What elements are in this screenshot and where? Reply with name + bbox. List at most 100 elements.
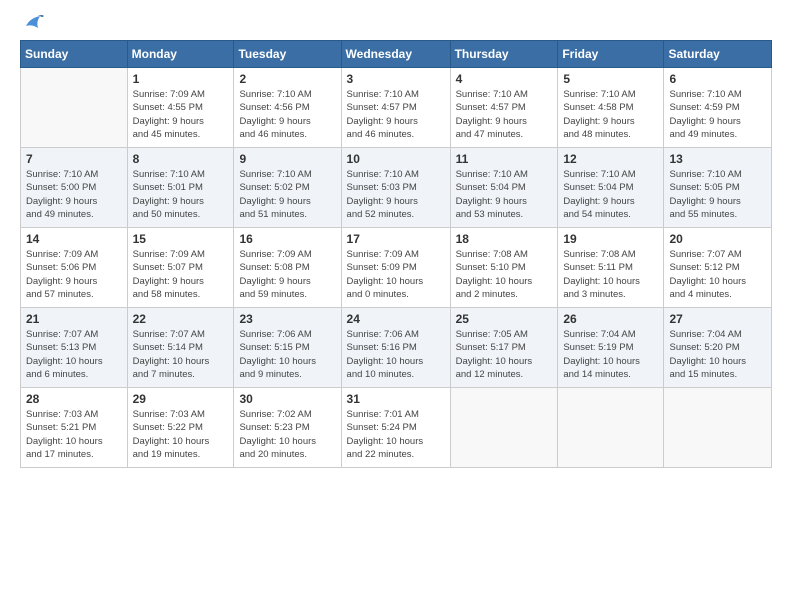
day-info: Sunrise: 7:10 AM Sunset: 5:04 PM Dayligh…: [563, 168, 658, 221]
day-info: Sunrise: 7:07 AM Sunset: 5:14 PM Dayligh…: [133, 328, 229, 381]
calendar-cell: 11 Sunrise: 7:10 AM Sunset: 5:04 PM Dayli…: [450, 148, 558, 228]
weekday-header-saturday: Saturday: [664, 41, 772, 68]
day-info: Sunrise: 7:06 AM Sunset: 5:15 PM Dayligh…: [239, 328, 335, 381]
calendar-cell: 27Sunrise: 7:04 AM Sunset: 5:20 PM Dayli…: [664, 308, 772, 388]
day-info: Sunrise: 7:10 AM Sunset: 4:57 PM Dayligh…: [347, 88, 445, 141]
calendar-cell: 7 Sunrise: 7:10 AM Sunset: 5:00 PM Daylig…: [21, 148, 128, 228]
day-number: 23: [239, 312, 335, 326]
day-info: Sunrise: 7:10 AM Sunset: 4:59 PM Dayligh…: [669, 88, 766, 141]
calendar-cell: 24 Sunrise: 7:06 AM Sunset: 5:16 PM Dayli…: [341, 308, 450, 388]
day-number: 6: [669, 72, 766, 86]
calendar-cell: 3 Sunrise: 7:10 AM Sunset: 4:57 PM Daylig…: [341, 68, 450, 148]
calendar-cell: 18 Sunrise: 7:08 AM Sunset: 5:10 PM Dayli…: [450, 228, 558, 308]
day-number: 11: [456, 152, 553, 166]
day-number: 2: [239, 72, 335, 86]
calendar-cell: [664, 388, 772, 468]
calendar-cell: 25 Sunrise: 7:05 AM Sunset: 5:17 PM Dayli…: [450, 308, 558, 388]
calendar-cell: 26 Sunrise: 7:04 AM Sunset: 5:19 PM Dayli…: [558, 308, 664, 388]
logo-bird-icon: [22, 12, 44, 34]
day-info: Sunrise: 7:10 AM Sunset: 4:56 PM Dayligh…: [239, 88, 335, 141]
day-info: Sunrise: 7:04 AM Sunset: 5:19 PM Dayligh…: [563, 328, 658, 381]
day-number: 10: [347, 152, 445, 166]
day-info: Sunrise: 7:10 AM Sunset: 5:01 PM Dayligh…: [133, 168, 229, 221]
day-info: Sunrise: 7:09 AM Sunset: 5:06 PM Dayligh…: [26, 248, 122, 301]
calendar-cell: 19 Sunrise: 7:08 AM Sunset: 5:11 PM Dayli…: [558, 228, 664, 308]
calendar-cell: 12 Sunrise: 7:10 AM Sunset: 5:04 PM Dayli…: [558, 148, 664, 228]
calendar-week-row: 28 Sunrise: 7:03 AM Sunset: 5:21 PM Dayli…: [21, 388, 772, 468]
day-info: Sunrise: 7:10 AM Sunset: 5:00 PM Dayligh…: [26, 168, 122, 221]
calendar-cell: 2 Sunrise: 7:10 AM Sunset: 4:56 PM Daylig…: [234, 68, 341, 148]
day-number: 8: [133, 152, 229, 166]
calendar-cell: 14 Sunrise: 7:09 AM Sunset: 5:06 PM Dayli…: [21, 228, 128, 308]
day-number: 16: [239, 232, 335, 246]
logo: [20, 16, 44, 30]
calendar-cell: 28 Sunrise: 7:03 AM Sunset: 5:21 PM Dayli…: [21, 388, 128, 468]
day-number: 25: [456, 312, 553, 326]
weekday-header-monday: Monday: [127, 41, 234, 68]
calendar-cell: 8 Sunrise: 7:10 AM Sunset: 5:01 PM Daylig…: [127, 148, 234, 228]
calendar-cell: 31Sunrise: 7:01 AM Sunset: 5:24 PM Dayli…: [341, 388, 450, 468]
calendar-cell: 15 Sunrise: 7:09 AM Sunset: 5:07 PM Dayli…: [127, 228, 234, 308]
day-info: Sunrise: 7:10 AM Sunset: 5:04 PM Dayligh…: [456, 168, 553, 221]
day-info: Sunrise: 7:03 AM Sunset: 5:22 PM Dayligh…: [133, 408, 229, 461]
day-number: 19: [563, 232, 658, 246]
calendar-cell: 17Sunrise: 7:09 AM Sunset: 5:09 PM Dayli…: [341, 228, 450, 308]
day-info: Sunrise: 7:10 AM Sunset: 5:05 PM Dayligh…: [669, 168, 766, 221]
weekday-header-sunday: Sunday: [21, 41, 128, 68]
calendar-cell: [558, 388, 664, 468]
weekday-header-row: SundayMondayTuesdayWednesdayThursdayFrid…: [21, 41, 772, 68]
day-info: Sunrise: 7:10 AM Sunset: 4:57 PM Dayligh…: [456, 88, 553, 141]
day-number: 24: [347, 312, 445, 326]
day-number: 4: [456, 72, 553, 86]
day-number: 7: [26, 152, 122, 166]
day-number: 3: [347, 72, 445, 86]
day-number: 14: [26, 232, 122, 246]
calendar-table: SundayMondayTuesdayWednesdayThursdayFrid…: [20, 40, 772, 468]
calendar-cell: 29 Sunrise: 7:03 AM Sunset: 5:22 PM Dayli…: [127, 388, 234, 468]
day-number: 12: [563, 152, 658, 166]
day-info: Sunrise: 7:03 AM Sunset: 5:21 PM Dayligh…: [26, 408, 122, 461]
calendar-week-row: 14 Sunrise: 7:09 AM Sunset: 5:06 PM Dayli…: [21, 228, 772, 308]
weekday-header-wednesday: Wednesday: [341, 41, 450, 68]
day-info: Sunrise: 7:09 AM Sunset: 5:09 PM Dayligh…: [347, 248, 445, 301]
calendar-cell: 23 Sunrise: 7:06 AM Sunset: 5:15 PM Dayli…: [234, 308, 341, 388]
day-info: Sunrise: 7:08 AM Sunset: 5:10 PM Dayligh…: [456, 248, 553, 301]
calendar-cell: 30 Sunrise: 7:02 AM Sunset: 5:23 PM Dayli…: [234, 388, 341, 468]
day-info: Sunrise: 7:08 AM Sunset: 5:11 PM Dayligh…: [563, 248, 658, 301]
weekday-header-thursday: Thursday: [450, 41, 558, 68]
day-info: Sunrise: 7:09 AM Sunset: 5:08 PM Dayligh…: [239, 248, 335, 301]
calendar-cell: 22 Sunrise: 7:07 AM Sunset: 5:14 PM Dayli…: [127, 308, 234, 388]
day-number: 13: [669, 152, 766, 166]
header: [20, 16, 772, 30]
day-info: Sunrise: 7:10 AM Sunset: 5:02 PM Dayligh…: [239, 168, 335, 221]
day-info: Sunrise: 7:10 AM Sunset: 5:03 PM Dayligh…: [347, 168, 445, 221]
calendar-cell: [450, 388, 558, 468]
calendar-cell: 13 Sunrise: 7:10 AM Sunset: 5:05 PM Dayli…: [664, 148, 772, 228]
day-info: Sunrise: 7:10 AM Sunset: 4:58 PM Dayligh…: [563, 88, 658, 141]
day-info: Sunrise: 7:02 AM Sunset: 5:23 PM Dayligh…: [239, 408, 335, 461]
day-number: 28: [26, 392, 122, 406]
calendar-cell: 20Sunrise: 7:07 AM Sunset: 5:12 PM Dayli…: [664, 228, 772, 308]
day-number: 30: [239, 392, 335, 406]
calendar-cell: 4 Sunrise: 7:10 AM Sunset: 4:57 PM Daylig…: [450, 68, 558, 148]
day-info: Sunrise: 7:07 AM Sunset: 5:13 PM Dayligh…: [26, 328, 122, 381]
day-number: 31: [347, 392, 445, 406]
day-number: 9: [239, 152, 335, 166]
calendar-week-row: 1Sunrise: 7:09 AM Sunset: 4:55 PM Daylig…: [21, 68, 772, 148]
day-number: 15: [133, 232, 229, 246]
calendar-week-row: 7 Sunrise: 7:10 AM Sunset: 5:00 PM Daylig…: [21, 148, 772, 228]
day-info: Sunrise: 7:05 AM Sunset: 5:17 PM Dayligh…: [456, 328, 553, 381]
day-number: 29: [133, 392, 229, 406]
day-info: Sunrise: 7:06 AM Sunset: 5:16 PM Dayligh…: [347, 328, 445, 381]
day-number: 1: [133, 72, 229, 86]
day-number: 21: [26, 312, 122, 326]
day-number: 26: [563, 312, 658, 326]
calendar-cell: 5Sunrise: 7:10 AM Sunset: 4:58 PM Daylig…: [558, 68, 664, 148]
calendar-cell: 6 Sunrise: 7:10 AM Sunset: 4:59 PM Daylig…: [664, 68, 772, 148]
day-info: Sunrise: 7:09 AM Sunset: 5:07 PM Dayligh…: [133, 248, 229, 301]
day-number: 22: [133, 312, 229, 326]
day-info: Sunrise: 7:07 AM Sunset: 5:12 PM Dayligh…: [669, 248, 766, 301]
page-container: SundayMondayTuesdayWednesdayThursdayFrid…: [0, 0, 792, 478]
calendar-week-row: 21 Sunrise: 7:07 AM Sunset: 5:13 PM Dayli…: [21, 308, 772, 388]
day-number: 18: [456, 232, 553, 246]
